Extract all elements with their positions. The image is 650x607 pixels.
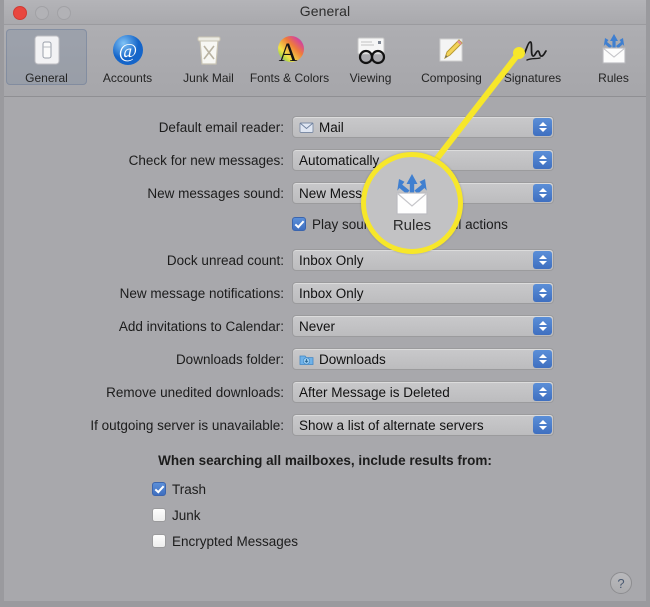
row-new-messages-sound: New messages sound: New Messages Sound — [4, 179, 646, 207]
chevron-updown-icon[interactable] — [533, 317, 552, 335]
junk-label: Junk — [172, 507, 201, 523]
signatures-icon — [514, 31, 552, 69]
mail-general-preferences-window: General General @ Accounts Junk Mail A F… — [0, 0, 650, 607]
chevron-updown-icon[interactable] — [533, 350, 552, 368]
add-invitations-to-calendar-popup[interactable]: Never — [292, 315, 554, 337]
chevron-updown-icon[interactable] — [533, 251, 552, 269]
label-downloads-folder: Downloads folder: — [175, 351, 284, 367]
search-options-list: Trash Junk Encrypted Messages — [4, 476, 646, 554]
rules-icon — [595, 31, 633, 69]
default-email-reader-popup[interactable]: Mail — [292, 116, 554, 138]
chevron-updown-icon[interactable] — [533, 284, 552, 302]
row-new-message-notifications: New message notifications: Inbox Only — [4, 279, 646, 307]
downloads-folder-value: Downloads — [319, 351, 386, 367]
svg-text:@: @ — [118, 40, 136, 62]
label-outgoing-server-unavailable: If outgoing server is unavailable: — [90, 417, 284, 433]
row-add-invitations-to-calendar: Add invitations to Calendar: Never — [4, 312, 646, 340]
row-downloads-folder: Downloads folder: Downloads — [4, 345, 646, 373]
general-icon — [28, 31, 66, 69]
junk-mail-icon — [190, 31, 228, 69]
viewing-icon — [352, 31, 390, 69]
new-messages-sound-value: New Messages Sound — [299, 185, 435, 201]
svg-text:A: A — [278, 38, 297, 67]
row-dock-unread-count: Dock unread count: Inbox Only — [4, 246, 646, 274]
toolbar-item-composing[interactable]: Composing — [411, 29, 492, 85]
search-section-heading: When searching all mailboxes, include re… — [158, 453, 492, 468]
toolbar-item-fonts-colors[interactable]: A Fonts & Colors — [249, 29, 330, 85]
chevron-updown-icon[interactable] — [533, 151, 552, 169]
outgoing-server-unavailable-value: Show a list of alternate servers — [299, 417, 484, 433]
toolbar-item-general[interactable]: General — [6, 29, 87, 85]
toolbar-label: Signatures — [503, 71, 562, 85]
label-add-invitations-to-calendar: Add invitations to Calendar: — [118, 318, 284, 334]
composing-icon — [433, 31, 471, 69]
search-option-trash[interactable]: Trash — [152, 476, 646, 502]
toolbar-item-signatures[interactable]: Signatures — [492, 29, 573, 85]
label-check-for-new-messages: Check for new messages: — [128, 152, 284, 168]
help-button[interactable]: ? — [610, 572, 632, 594]
check-for-new-messages-value: Automatically — [299, 152, 380, 168]
label-new-message-notifications: New message notifications: — [119, 285, 284, 301]
remove-unedited-downloads-popup[interactable]: After Message is Deleted — [292, 381, 554, 403]
toolbar-item-rules[interactable]: Rules — [573, 29, 646, 85]
label-default-email-reader: Default email reader: — [158, 119, 284, 135]
toolbar-item-accounts[interactable]: @ Accounts — [87, 29, 168, 85]
fonts-colors-icon: A — [271, 31, 309, 69]
downloads-folder-icon — [299, 352, 314, 367]
chevron-updown-icon[interactable] — [533, 184, 552, 202]
toolbar-item-junk-mail[interactable]: Junk Mail — [168, 29, 249, 85]
new-messages-sound-popup[interactable]: New Messages Sound — [292, 182, 554, 204]
encrypted-messages-checkbox[interactable] — [152, 534, 166, 548]
check-for-new-messages-popup[interactable]: Automatically — [292, 149, 554, 171]
outgoing-server-unavailable-popup[interactable]: Show a list of alternate servers — [292, 414, 554, 436]
window-title: General — [299, 3, 351, 19]
default-email-reader-value: Mail — [319, 119, 344, 135]
dock-unread-count-value: Inbox Only — [299, 252, 364, 268]
add-invitations-to-calendar-value: Never — [299, 318, 336, 334]
encrypted-messages-label: Encrypted Messages — [172, 533, 299, 549]
row-play-sound: Play sound for other mail actions — [4, 212, 646, 236]
row-default-email-reader: Default email reader: Mail — [4, 113, 646, 141]
preferences-toolbar: General @ Accounts Junk Mail A Fonts & C… — [4, 25, 646, 97]
new-message-notifications-value: Inbox Only — [299, 285, 364, 301]
toolbar-label: Junk Mail — [183, 71, 234, 85]
toolbar-label: Viewing — [349, 71, 392, 85]
remove-unedited-downloads-value: After Message is Deleted — [299, 384, 450, 400]
downloads-folder-popup[interactable]: Downloads — [292, 348, 554, 370]
dock-unread-count-popup[interactable]: Inbox Only — [292, 249, 554, 271]
trash-label: Trash — [172, 481, 207, 497]
chevron-updown-icon[interactable] — [533, 118, 552, 136]
chevron-updown-icon[interactable] — [533, 383, 552, 401]
toolbar-item-viewing[interactable]: Viewing — [330, 29, 411, 85]
play-sound-label: Play sound for other mail actions — [312, 216, 508, 232]
search-option-encrypted-messages[interactable]: Encrypted Messages — [152, 528, 646, 554]
toolbar-label: General — [25, 71, 68, 85]
toolbar-label: Composing — [421, 71, 482, 85]
trash-checkbox[interactable] — [152, 482, 166, 496]
row-remove-unedited-downloads: Remove unedited downloads: After Message… — [4, 378, 646, 406]
row-check-for-new-messages: Check for new messages: Automatically — [4, 146, 646, 174]
search-option-junk[interactable]: Junk — [152, 502, 646, 528]
accounts-at-icon: @ — [109, 31, 147, 69]
preferences-content: Default email reader: Mail Check for new… — [4, 97, 646, 601]
toolbar-label: Rules — [598, 71, 629, 85]
play-sound-checkbox[interactable] — [292, 217, 306, 231]
label-remove-unedited-downloads: Remove unedited downloads: — [106, 384, 284, 400]
row-outgoing-server-unavailable: If outgoing server is unavailable: Show … — [4, 411, 646, 439]
chevron-updown-icon[interactable] — [533, 416, 552, 434]
window-titlebar: General — [4, 0, 646, 25]
mail-app-icon — [299, 120, 314, 135]
junk-checkbox[interactable] — [152, 508, 166, 522]
label-dock-unread-count: Dock unread count: — [166, 252, 284, 268]
new-message-notifications-popup[interactable]: Inbox Only — [292, 282, 554, 304]
label-new-messages-sound: New messages sound: — [147, 185, 284, 201]
toolbar-label: Fonts & Colors — [249, 71, 330, 85]
toolbar-label: Accounts — [102, 71, 153, 85]
